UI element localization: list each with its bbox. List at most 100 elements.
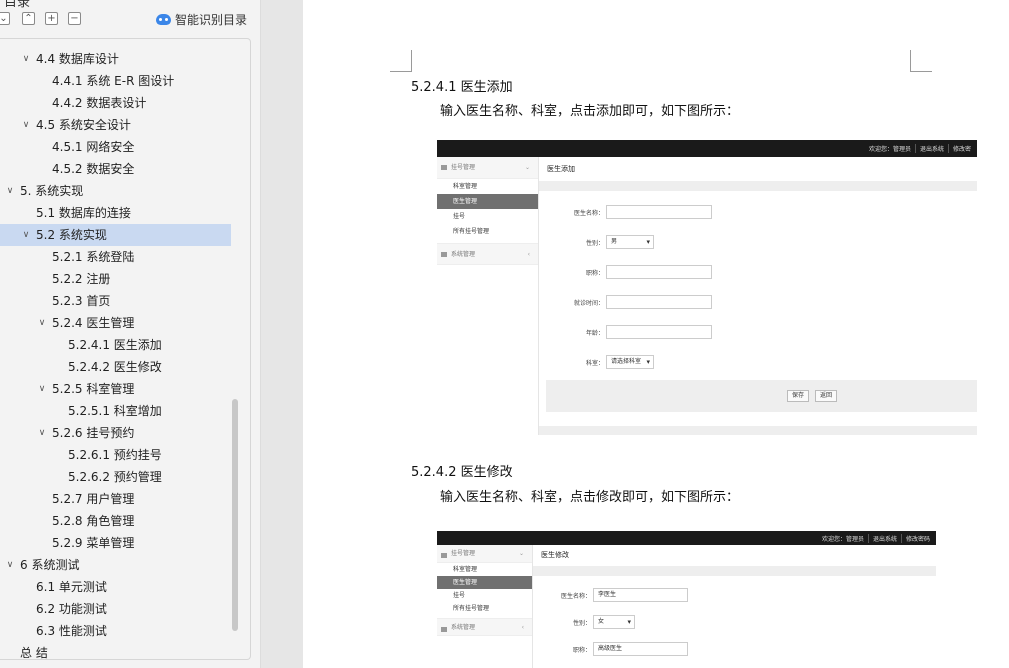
chevron-down-icon[interactable]: ∨ xyxy=(4,180,16,202)
figure-side-item-active: 医生管理 xyxy=(437,576,532,589)
toc-item-label: 6.1 单元测试 xyxy=(36,580,107,594)
toc-item[interactable]: 总 结 xyxy=(0,642,240,660)
toc-item[interactable]: ∨ 4.5 系统安全设计 xyxy=(0,114,240,136)
toc-item[interactable]: ∨ 6 系统测试 xyxy=(0,554,240,576)
chevron-down-icon[interactable]: ∨ xyxy=(4,554,16,576)
figure-side-item: 所有挂号管理 xyxy=(453,228,490,235)
toc-item-label: 5.1 数据库的连接 xyxy=(36,206,131,220)
toc-item-label: 5.2.1 系统登陆 xyxy=(52,250,135,264)
toc-item[interactable]: 4.5.2 数据安全 xyxy=(0,158,240,180)
figure-top-links: 欢迎您：管理员 退出系统 修改密码 xyxy=(818,531,934,545)
figure-side-item: 科室管理 xyxy=(453,566,478,573)
toc-item[interactable]: ∨ 5.2.6 挂号预约 xyxy=(0,422,240,444)
toc-item-label: 5.2.4.1 医生添加 xyxy=(68,338,162,352)
toc-item-label: 总 结 xyxy=(20,646,48,660)
ai-robot-icon xyxy=(156,14,171,25)
figure-form-row: 性别： 女 xyxy=(545,615,635,629)
toc-toolbar: ⌄ ⌃ + − 智能识别目录 xyxy=(0,12,260,30)
figure-bottom-strip xyxy=(539,426,977,435)
figure-side-group: 系统管理 ‹ xyxy=(437,243,538,265)
toc-item[interactable]: 4.4.2 数据表设计 xyxy=(0,92,240,114)
figure-back-button: 返回 xyxy=(815,390,838,402)
toc-item-label: 5. 系统实现 xyxy=(20,184,84,198)
toc-item-label: 5.2.6 挂号预约 xyxy=(52,426,135,440)
figure-form-row: 职称： xyxy=(549,265,712,279)
change-password-link: 修改密码 xyxy=(900,533,934,543)
toc-scrollbar[interactable] xyxy=(232,399,238,631)
page-corner-mark-right xyxy=(910,50,932,72)
figure-side-group: 系统管理 ‹ xyxy=(437,618,532,636)
toc-item[interactable]: 6.3 性能测试 xyxy=(0,620,240,642)
figure-side-group: 挂号管理 ⌄ xyxy=(437,157,538,179)
figure-side-item-active: 医生管理 xyxy=(437,194,538,209)
collapse-icon[interactable]: ⌄ xyxy=(0,12,10,25)
toc-item-label: 5.2.3 首页 xyxy=(52,294,111,308)
toc-item[interactable]: 4.5.1 网络安全 xyxy=(0,136,240,158)
toc-item[interactable]: 5.2.5.1 科室增加 xyxy=(0,400,240,422)
toc-item-label: 5.2.2 注册 xyxy=(52,272,111,286)
toc-item[interactable]: 5.1 数据库的连接 xyxy=(0,202,240,224)
toc-item[interactable]: ∨ 5. 系统实现 xyxy=(0,180,240,202)
toc-item[interactable]: 6.2 功能测试 xyxy=(0,598,240,620)
toc-item-label: 5.2.8 角色管理 xyxy=(52,514,135,528)
figure-form-row: 医生名称： 李医生 xyxy=(545,588,688,602)
toc-item-label: 6.3 性能测试 xyxy=(36,624,107,638)
figure-form-row: 性别： 男 xyxy=(549,235,654,249)
toc-item-label: 5.2.9 菜单管理 xyxy=(52,536,135,550)
section-heading-doctor-edit: 5.2.4.2 医生修改 xyxy=(411,465,513,480)
figure-top-bar: 欢迎您：管理员 退出系统 修改密 xyxy=(437,140,977,157)
figure-form-row: 医生名称： xyxy=(549,205,712,219)
chevron-down-icon[interactable]: ∨ xyxy=(36,378,48,400)
toc-item[interactable]: 5.2.8 角色管理 xyxy=(0,510,240,532)
chevron-down-icon[interactable]: ∨ xyxy=(36,422,48,444)
toc-item[interactable]: ∨ 5.2 系统实现 xyxy=(0,224,231,246)
collapse-all-icon[interactable]: − xyxy=(68,12,81,25)
paragraph-doctor-edit: 输入医生名称、科室，点击修改即可，如下图所示： xyxy=(440,490,740,505)
toc-item-label: 4.4.1 系统 E-R 图设计 xyxy=(52,74,175,88)
chevron-down-icon[interactable]: ∨ xyxy=(36,312,48,334)
figure-page-title: 医生修改 xyxy=(533,545,936,566)
section-heading-doctor-add: 5.2.4.1 医生添加 xyxy=(411,80,513,95)
collapse-up-icon[interactable]: ⌃ xyxy=(22,12,35,25)
chevron-down-icon[interactable]: ∨ xyxy=(20,114,32,136)
toc-item[interactable]: 5.2.6.2 预约管理 xyxy=(0,466,240,488)
toc-item[interactable]: 5.2.3 首页 xyxy=(0,290,240,312)
chevron-down-icon[interactable]: ∨ xyxy=(20,224,32,246)
expand-all-icon[interactable]: + xyxy=(45,12,58,25)
toc-item[interactable]: 5.2.4.2 医生修改 xyxy=(0,356,240,378)
logout-link: 退出系统 xyxy=(867,533,901,543)
welcome-text: 欢迎您：管理员 xyxy=(821,535,864,543)
smart-toc-label: 智能识别目录 xyxy=(175,13,248,27)
figure-divider xyxy=(533,566,936,576)
toc-item[interactable]: 5.2.6.1 预约挂号 xyxy=(0,444,240,466)
toc-item-label: 4.5.1 网络安全 xyxy=(52,140,135,154)
toc-item-label: 5.2.4.2 医生修改 xyxy=(68,360,162,374)
figure-side-item: 所有挂号管理 xyxy=(453,605,490,612)
toc-item-label: 6 系统测试 xyxy=(20,558,80,572)
logout-link: 退出系统 xyxy=(914,144,948,153)
toc-item[interactable]: 4.4.1 系统 E-R 图设计 xyxy=(0,70,240,92)
page-corner-mark-left xyxy=(390,50,412,72)
toc-item[interactable]: 5.2.4.1 医生添加 xyxy=(0,334,240,356)
chevron-down-icon[interactable]: ∨ xyxy=(20,48,32,70)
figure-side-group: 挂号管理 ⌄ xyxy=(437,545,532,563)
toc-item[interactable]: 5.2.2 注册 xyxy=(0,268,240,290)
toc-item-label: 5.2 系统实现 xyxy=(36,228,107,242)
toc-item[interactable]: 5.2.1 系统登陆 xyxy=(0,246,240,268)
toc-item[interactable]: 5.2.7 用户管理 xyxy=(0,488,240,510)
smart-toc-button[interactable]: 智能识别目录 xyxy=(156,11,247,28)
toc-item[interactable]: 6.1 单元测试 xyxy=(0,576,240,598)
toc-item-label: 4.5.2 数据安全 xyxy=(52,162,135,176)
toc-item[interactable]: ∨ 4.4 数据库设计 xyxy=(0,48,240,70)
figure-side-item: 科室管理 xyxy=(453,183,478,190)
toc-item-label: 5.2.5.1 科室增加 xyxy=(68,404,162,418)
toc-item-label: 4.5 系统安全设计 xyxy=(36,118,131,132)
toc-item[interactable]: 5.2.9 菜单管理 xyxy=(0,532,240,554)
figure-divider xyxy=(539,181,977,191)
figure-form-row: 年龄： xyxy=(549,325,712,339)
toc-item[interactable]: ∨ 5.2.4 医生管理 xyxy=(0,312,240,334)
toc-item[interactable]: ∨ 5.2.5 科室管理 xyxy=(0,378,240,400)
paragraph-doctor-add: 输入医生名称、科室，点击添加即可，如下图所示： xyxy=(440,104,740,119)
figure-save-button: 保存 xyxy=(787,390,810,402)
toc-item-label: 6.2 功能测试 xyxy=(36,602,107,616)
